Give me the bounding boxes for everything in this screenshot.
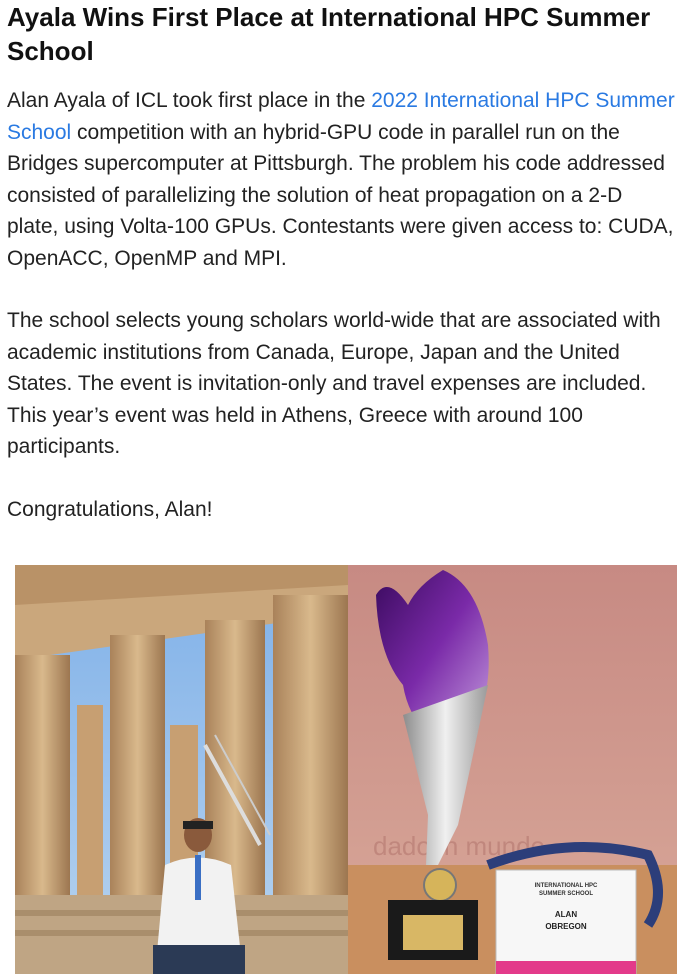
article-title: Ayala Wins First Place at International …: [7, 2, 651, 66]
name-badge: INTERNATIONAL HPC SUMMER SCHOOL ALAN OBR…: [495, 869, 637, 974]
paragraph-2: The school selects young scholars world-…: [7, 309, 661, 458]
badge-title-1: INTERNATIONAL HPC: [535, 883, 598, 889]
paragraph-1-body: competition with an hybrid-GPU code in p…: [7, 120, 674, 270]
parthenon-photo[interactable]: [15, 565, 348, 974]
paragraph-1-intro: Alan Ayala of ICL took first place in th…: [7, 89, 372, 112]
article: Ayala Wins First Place at International …: [0, 0, 684, 525]
badge-name-2: OBREGON: [545, 922, 587, 931]
badge-name-1: ALAN: [555, 910, 577, 919]
paragraph-3: Congratulations, Alan!: [7, 497, 213, 521]
photo-gallery: dado in mundo INTERNATIONAL HPC SUMMER S…: [15, 565, 677, 974]
trophy-photo[interactable]: dado in mundo INTERNATIONAL HPC SUMMER S…: [348, 565, 677, 974]
paragraph-1: Alan Ayala of ICL took first place in th…: [7, 85, 677, 274]
badge-title-2: SUMMER SCHOOL: [539, 891, 593, 897]
